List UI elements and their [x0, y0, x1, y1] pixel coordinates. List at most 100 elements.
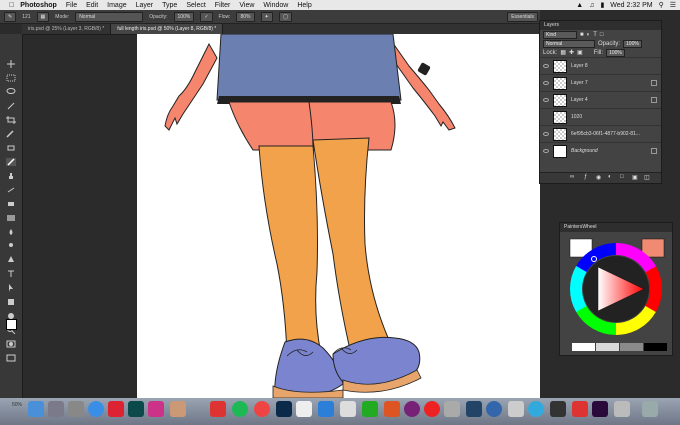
menu-layer[interactable]: Layer	[136, 2, 154, 9]
pen-tool-icon[interactable]	[6, 256, 16, 264]
app-icon[interactable]	[340, 401, 356, 417]
filter-adjust-icon[interactable]: ◐	[587, 32, 591, 38]
audition-icon[interactable]	[128, 401, 144, 417]
quick-select-tool-icon[interactable]	[6, 102, 16, 110]
brush-tool-preset-icon[interactable]: ✎	[4, 11, 17, 22]
airbrush-icon[interactable]: ✦	[260, 11, 273, 22]
lock-all-icon[interactable]: ▣	[577, 49, 583, 56]
app-icon[interactable]	[572, 401, 588, 417]
move-tool-icon[interactable]	[6, 60, 16, 68]
pressure-opacity-icon[interactable]: ✓	[200, 11, 213, 22]
safari-icon[interactable]	[88, 401, 104, 417]
crop-tool-icon[interactable]	[6, 116, 16, 124]
apple-icon[interactable]: 	[9, 2, 14, 9]
lock-position-icon[interactable]: ✚	[569, 49, 574, 56]
swatch[interactable]	[620, 343, 643, 351]
layer-name[interactable]: Layer 4	[571, 97, 588, 103]
brush-size-value[interactable]: 121	[22, 14, 30, 20]
tab-full-length-iris[interactable]: full length iris.psd @ 50% (Layer 8, RGB…	[111, 24, 224, 34]
flow-field[interactable]: 80%	[236, 11, 255, 22]
swatch[interactable]	[644, 343, 667, 351]
path-selection-tool-icon[interactable]	[6, 284, 16, 292]
quick-mask-icon[interactable]	[6, 340, 16, 348]
painters-wheel-title[interactable]: PaintersWheel	[560, 223, 672, 232]
eye-icon[interactable]	[543, 132, 549, 136]
trash-dock-icon[interactable]	[642, 401, 658, 417]
eraser-tool-icon[interactable]	[6, 200, 16, 208]
menu-help[interactable]: Help	[297, 2, 311, 9]
workspace-select[interactable]: Essentials	[507, 11, 538, 22]
layer-row[interactable]: 6ef95cb3-06f1-4877-b902-81...	[540, 125, 661, 142]
clone-stamp-tool-icon[interactable]	[6, 172, 16, 180]
zoom-level[interactable]: 50%	[12, 402, 22, 408]
mode-select[interactable]: Normal	[75, 11, 144, 22]
app-icon[interactable]	[466, 401, 482, 417]
brush-tool-icon[interactable]	[6, 158, 16, 166]
filter-shape-icon[interactable]: □	[600, 32, 604, 38]
swatch[interactable]	[596, 343, 619, 351]
adjustment-icon[interactable]: ◐	[608, 174, 612, 180]
menu-type[interactable]: Type	[162, 2, 177, 9]
layer-row[interactable]: Background	[540, 142, 661, 159]
chrome-icon[interactable]	[254, 401, 270, 417]
layer-name[interactable]: Background	[571, 148, 598, 154]
dodge-tool-icon[interactable]	[6, 242, 16, 250]
new-layer-icon[interactable]: ▣	[632, 174, 638, 181]
layer-row[interactable]: 1020	[540, 108, 661, 125]
premiere-icon[interactable]	[592, 401, 608, 417]
itunes-icon[interactable]	[424, 401, 440, 417]
filter-type-icon[interactable]: T	[593, 32, 597, 38]
mask-icon[interactable]: ◉	[596, 174, 601, 181]
foreground-color-swatch[interactable]	[6, 319, 17, 330]
battery-icon[interactable]: ▮	[600, 1, 604, 9]
app-icon[interactable]	[170, 401, 186, 417]
menu-view[interactable]: View	[239, 2, 254, 9]
acrobat-icon[interactable]	[108, 401, 124, 417]
list-icon[interactable]: ☰	[670, 1, 676, 9]
screen-mode-icon[interactable]	[6, 354, 16, 362]
blur-tool-icon[interactable]	[6, 228, 16, 236]
marquee-tool-icon[interactable]	[6, 74, 16, 82]
layer-row[interactable]: Layer 7	[540, 74, 661, 91]
eye-icon[interactable]	[543, 64, 549, 68]
layers-panel-title[interactable]: Layers	[540, 21, 661, 30]
tab-iris[interactable]: iris.psd @ 25% (Layer 3, RGB/8) *	[22, 24, 112, 34]
trash-icon[interactable]: ◫	[644, 174, 650, 181]
gradient-tool-icon[interactable]	[6, 214, 16, 222]
lasso-tool-icon[interactable]	[6, 88, 16, 96]
menu-file[interactable]: File	[66, 2, 77, 9]
opacity-field[interactable]: 100%	[173, 11, 195, 22]
lock-pixels-icon[interactable]: ▦	[560, 49, 566, 56]
brush-panel-toggle-icon[interactable]: ▦	[36, 11, 50, 22]
layer-name[interactable]: 6ef95cb3-06f1-4877-b902-81...	[571, 131, 640, 137]
app-icon[interactable]	[486, 401, 502, 417]
menu-app-name[interactable]: Photoshop	[20, 2, 57, 9]
word-icon[interactable]	[318, 401, 334, 417]
app-icon[interactable]	[404, 401, 420, 417]
app-icon[interactable]	[296, 401, 312, 417]
layer-fill-field[interactable]: 100%	[606, 48, 625, 57]
app-icon[interactable]	[148, 401, 164, 417]
document-canvas[interactable]	[137, 34, 540, 398]
eye-icon[interactable]	[543, 149, 549, 153]
photoshop-icon[interactable]	[276, 401, 292, 417]
swatch[interactable]	[572, 343, 595, 351]
wifi-icon[interactable]: ▲	[576, 2, 583, 9]
layer-kind-filter[interactable]: Kind	[543, 30, 577, 39]
menu-select[interactable]: Select	[186, 2, 205, 9]
spotify-icon[interactable]	[232, 401, 248, 417]
app-icon[interactable]	[508, 401, 524, 417]
layer-name[interactable]: Layer 7	[571, 80, 588, 86]
app-icon[interactable]	[210, 401, 226, 417]
layer-row[interactable]: Layer 8	[540, 57, 661, 74]
powerpoint-icon[interactable]	[384, 401, 400, 417]
history-brush-tool-icon[interactable]	[6, 186, 16, 194]
excel-icon[interactable]	[362, 401, 378, 417]
filter-pixel-icon[interactable]: ■	[580, 32, 584, 38]
menu-filter[interactable]: Filter	[215, 2, 231, 9]
volume-icon[interactable]: ♫	[589, 2, 594, 9]
menu-window[interactable]: Window	[263, 2, 288, 9]
menu-image[interactable]: Image	[107, 2, 126, 9]
finder-icon[interactable]	[28, 401, 44, 417]
blend-mode-select[interactable]: Normal	[543, 39, 595, 48]
